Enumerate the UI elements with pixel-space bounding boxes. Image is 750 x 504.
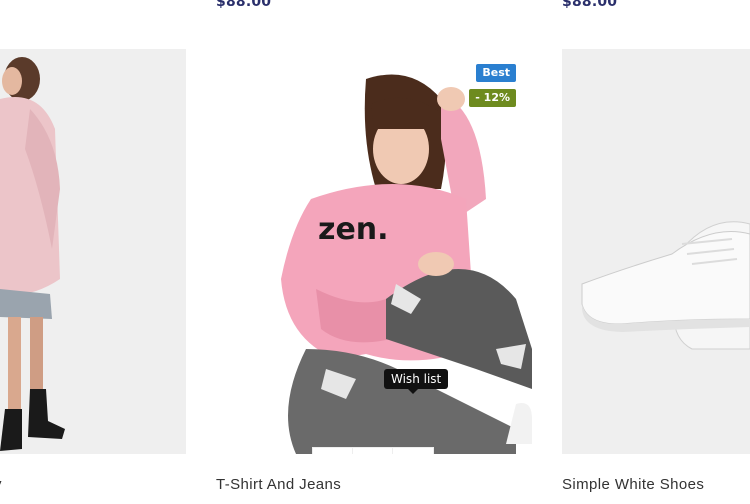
- model-photo-left: [0, 57, 65, 451]
- product-action-bar: [313, 448, 433, 454]
- badge-discount: - 12%: [469, 89, 516, 107]
- product-title-left[interactable]: y: [0, 476, 2, 493]
- wishlist-button[interactable]: [393, 448, 433, 454]
- product-image-left[interactable]: [0, 49, 186, 454]
- product-image-middle[interactable]: zen. Best - 12%: [216, 49, 532, 454]
- product-image-right[interactable]: [562, 49, 750, 454]
- wishlist-tooltip: Wish list: [384, 369, 449, 394]
- quick-view-button[interactable]: [353, 448, 393, 454]
- shoes-photo-right: [581, 221, 750, 350]
- svg-text:zen.: zen.: [318, 212, 389, 247]
- model-photo-middle: zen.: [281, 74, 532, 454]
- product-title-right[interactable]: Simple White Shoes: [562, 476, 704, 493]
- product-price-right: $88.00: [562, 0, 618, 10]
- product-title-middle[interactable]: T-Shirt And Jeans: [216, 476, 341, 493]
- add-to-cart-button[interactable]: [313, 448, 353, 454]
- badge-best: Best: [476, 64, 516, 82]
- product-price-middle: $88.00: [216, 0, 272, 10]
